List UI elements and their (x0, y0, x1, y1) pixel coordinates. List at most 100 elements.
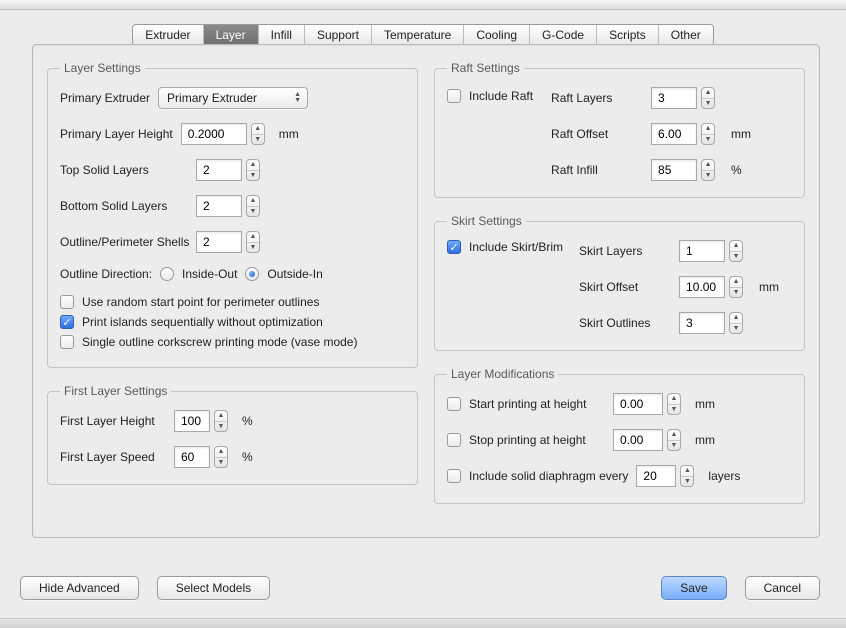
first-layer-speed-input[interactable] (174, 446, 210, 468)
outline-shells-stepper[interactable]: ▲▼ (246, 231, 260, 253)
primary-layer-height-label: Primary Layer Height (60, 127, 173, 141)
chk-diaphragm[interactable] (447, 469, 461, 483)
raft-offset-stepper[interactable]: ▲▼ (701, 123, 715, 145)
outline-direction-label: Outline Direction: (60, 267, 152, 281)
skirt-offset-stepper[interactable]: ▲▼ (729, 276, 743, 298)
raft-offset-label: Raft Offset (551, 127, 641, 141)
raft-settings-group: Raft Settings Include Raft Raft Layers (434, 61, 805, 198)
tab-infill[interactable]: Infill (259, 25, 305, 45)
primary-layer-height-unit: mm (279, 127, 299, 141)
bottom-solid-label: Bottom Solid Layers (60, 199, 188, 213)
start-height-input[interactable] (613, 393, 663, 415)
settings-panel: Layer Settings Primary Extruder Primary … (32, 44, 820, 538)
raft-infill-unit: % (731, 163, 742, 177)
mods-legend: Layer Modifications (447, 367, 558, 381)
raft-layers-stepper[interactable]: ▲▼ (701, 87, 715, 109)
tab-other[interactable]: Other (659, 25, 713, 45)
tab-temperature[interactable]: Temperature (372, 25, 464, 45)
chk-include-raft-label: Include Raft (469, 89, 533, 103)
skirt-offset-unit: mm (759, 280, 779, 294)
layer-settings-legend: Layer Settings (60, 61, 145, 75)
primary-layer-height-stepper[interactable]: ▲▼ (251, 123, 265, 145)
start-height-label: Start printing at height (469, 397, 605, 411)
chk-include-skirt[interactable]: ✓ (447, 240, 461, 254)
first-layer-speed-unit: % (242, 450, 253, 464)
start-height-unit: mm (695, 397, 715, 411)
chk-vase-mode-label: Single outline corkscrew printing mode (… (82, 335, 357, 349)
raft-legend: Raft Settings (447, 61, 524, 75)
footer-bar: Hide Advanced Select Models Save Cancel (20, 576, 820, 600)
hide-advanced-button[interactable]: Hide Advanced (20, 576, 139, 600)
primary-extruder-label: Primary Extruder (60, 91, 150, 105)
tab-g-code[interactable]: G-Code (530, 25, 597, 45)
skirt-offset-input[interactable] (679, 276, 725, 298)
diaphragm-label-a: Include solid diaphragm every (469, 469, 628, 483)
skirt-settings-group: Skirt Settings ✓ Include Skirt/Brim Skir… (434, 214, 805, 351)
chk-stop-height[interactable] (447, 433, 461, 447)
first-layer-speed-label: First Layer Speed (60, 450, 166, 464)
layer-modifications-group: Layer Modifications Start printing at he… (434, 367, 805, 504)
start-height-stepper[interactable]: ▲▼ (667, 393, 681, 415)
stop-height-stepper[interactable]: ▲▼ (667, 429, 681, 451)
bottom-solid-input[interactable] (196, 195, 242, 217)
first-layer-height-unit: % (242, 414, 253, 428)
top-solid-stepper[interactable]: ▲▼ (246, 159, 260, 181)
first-layer-speed-stepper[interactable]: ▲▼ (214, 446, 228, 468)
chk-include-raft[interactable] (447, 89, 461, 103)
chk-print-islands[interactable]: ✓ (60, 315, 74, 329)
stop-height-input[interactable] (613, 429, 663, 451)
raft-infill-label: Raft Infill (551, 163, 641, 177)
raft-offset-unit: mm (731, 127, 751, 141)
skirt-outlines-stepper[interactable]: ▲▼ (729, 312, 743, 334)
diaphragm-label-b: layers (708, 469, 740, 483)
raft-infill-input[interactable] (651, 159, 697, 181)
primary-extruder-value: Primary Extruder (167, 91, 288, 105)
primary-extruder-select[interactable]: Primary Extruder ▲▼ (158, 87, 308, 109)
chk-random-start[interactable] (60, 295, 74, 309)
raft-layers-input[interactable] (651, 87, 697, 109)
chk-vase-mode[interactable] (60, 335, 74, 349)
cancel-button[interactable]: Cancel (745, 576, 820, 600)
tab-cooling[interactable]: Cooling (464, 25, 530, 45)
top-solid-label: Top Solid Layers (60, 163, 188, 177)
tab-layer[interactable]: Layer (204, 25, 259, 45)
window-titlebar (0, 0, 846, 10)
skirt-layers-label: Skirt Layers (579, 244, 669, 258)
diaphragm-input[interactable] (636, 465, 676, 487)
top-solid-input[interactable] (196, 159, 242, 181)
tab-support[interactable]: Support (305, 25, 372, 45)
tab-scripts[interactable]: Scripts (597, 25, 659, 45)
radio-inside-out-label: Inside-Out (182, 267, 237, 281)
skirt-layers-stepper[interactable]: ▲▼ (729, 240, 743, 262)
primary-layer-height-input[interactable] (181, 123, 247, 145)
outline-shells-input[interactable] (196, 231, 242, 253)
select-models-button[interactable]: Select Models (157, 576, 270, 600)
outline-shells-label: Outline/Perimeter Shells (60, 235, 188, 249)
raft-infill-stepper[interactable]: ▲▼ (701, 159, 715, 181)
raft-offset-input[interactable] (651, 123, 697, 145)
tab-extruder[interactable]: Extruder (133, 25, 203, 45)
skirt-outlines-label: Skirt Outlines (579, 316, 669, 330)
select-arrows-icon: ▲▼ (294, 92, 301, 104)
skirt-outlines-input[interactable] (679, 312, 725, 334)
chk-start-height[interactable] (447, 397, 461, 411)
save-button[interactable]: Save (661, 576, 726, 600)
raft-layers-label: Raft Layers (551, 91, 641, 105)
first-layer-height-input[interactable] (174, 410, 210, 432)
first-layer-height-stepper[interactable]: ▲▼ (214, 410, 228, 432)
window-bottom-edge (0, 618, 846, 628)
stop-height-label: Stop printing at height (469, 433, 605, 447)
first-layer-group: First Layer Settings First Layer Height … (47, 384, 418, 485)
skirt-offset-label: Skirt Offset (579, 280, 669, 294)
layer-settings-group: Layer Settings Primary Extruder Primary … (47, 61, 418, 368)
bottom-solid-stepper[interactable]: ▲▼ (246, 195, 260, 217)
stop-height-unit: mm (695, 433, 715, 447)
radio-outside-in-label: Outside-In (267, 267, 322, 281)
first-layer-height-label: First Layer Height (60, 414, 166, 428)
diaphragm-stepper[interactable]: ▲▼ (680, 465, 694, 487)
skirt-legend: Skirt Settings (447, 214, 526, 228)
skirt-layers-input[interactable] (679, 240, 725, 262)
radio-outside-in[interactable] (245, 267, 259, 281)
chk-include-skirt-label: Include Skirt/Brim (469, 240, 563, 254)
radio-inside-out[interactable] (160, 267, 174, 281)
